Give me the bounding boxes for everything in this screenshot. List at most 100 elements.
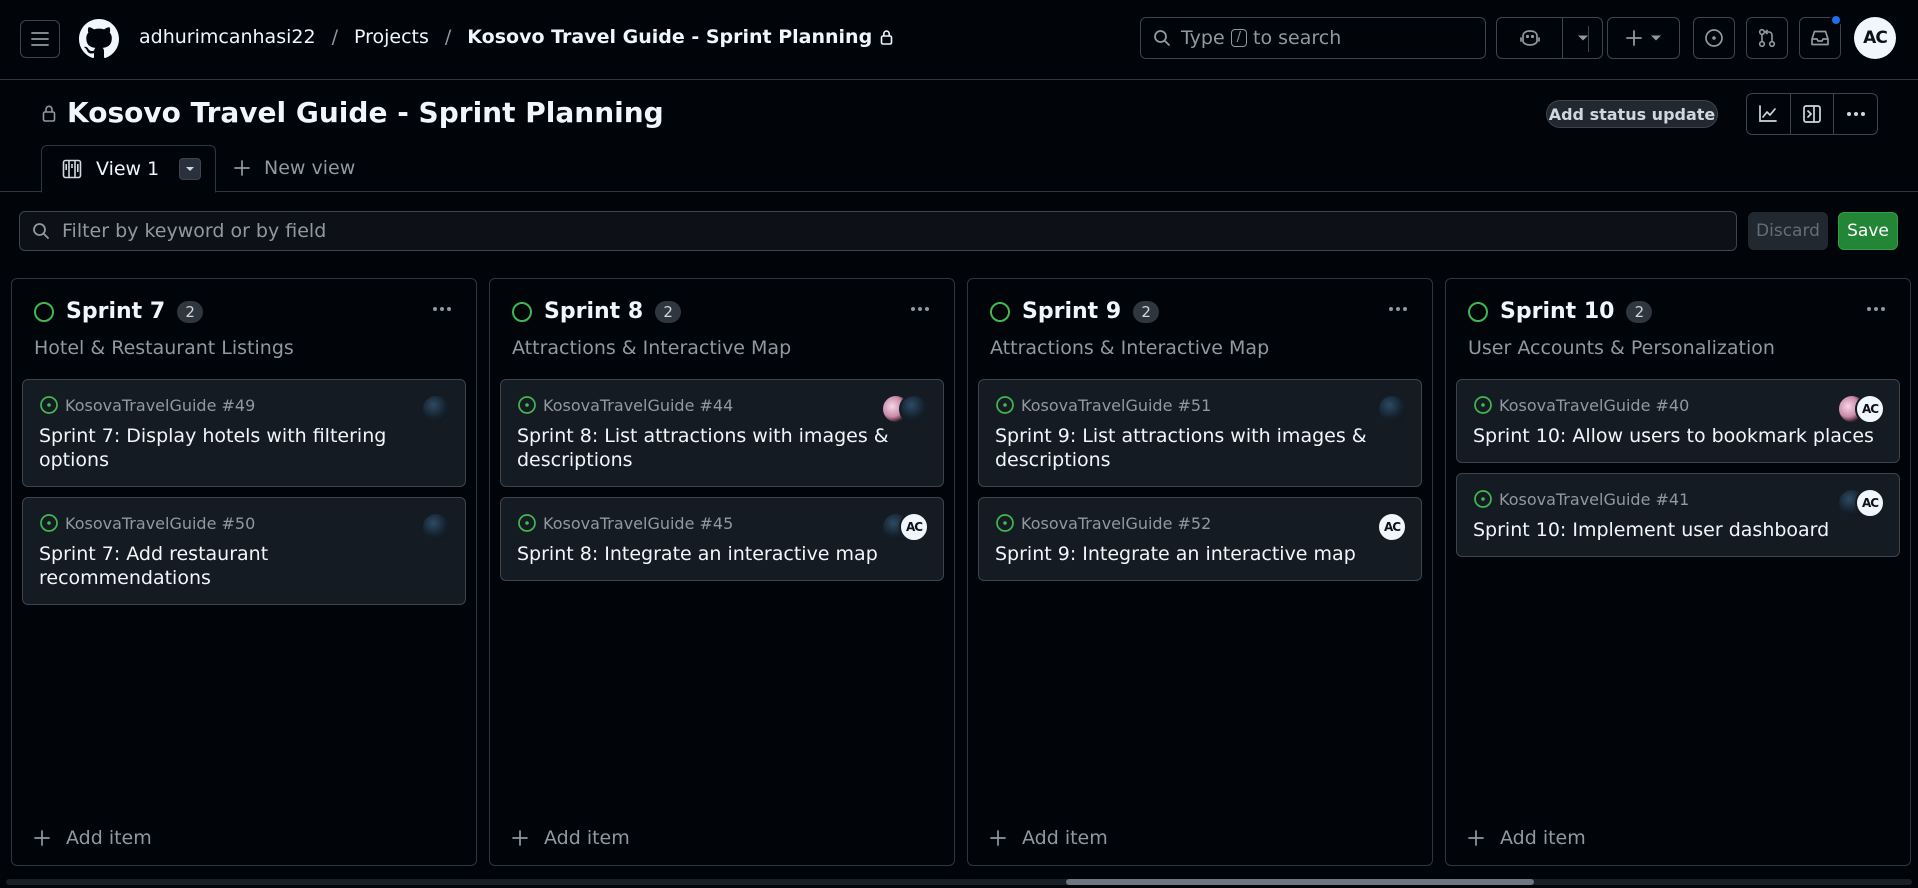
issue-title[interactable]: Sprint 9: Integrate an interactive map xyxy=(995,542,1407,566)
save-button[interactable]: Save xyxy=(1838,212,1898,250)
issue-title[interactable]: Sprint 8: Integrate an interactive map xyxy=(517,542,929,566)
add-item-button[interactable]: Add item xyxy=(990,827,1108,849)
assignee-avatar[interactable]: AC xyxy=(1377,512,1407,542)
column-more-options-button[interactable] xyxy=(1382,297,1414,321)
global-header: adhurimcanhasi22 / Projects / Kosovo Tra… xyxy=(0,0,1918,80)
issue-card[interactable]: KosovaTravelGuide #41 Sprint 10: Impleme… xyxy=(1456,473,1900,557)
issue-card[interactable]: KosovaTravelGuide #50 Sprint 7: Add rest… xyxy=(22,497,466,605)
breadcrumb-separator: / xyxy=(331,26,338,48)
github-logo-icon[interactable] xyxy=(79,19,119,59)
issue-reference: KosovaTravelGuide #41 xyxy=(1499,489,1690,509)
assignees: AC xyxy=(881,512,929,542)
assignee-avatar[interactable] xyxy=(421,512,451,542)
scrollbar-thumb[interactable] xyxy=(1066,879,1534,885)
breadcrumb-project-link[interactable]: Kosovo Travel Guide - Sprint Planning xyxy=(467,26,872,48)
card-list: KosovaTravelGuide #40 Sprint 10: Allow u… xyxy=(1456,379,1900,557)
filter-input[interactable]: Filter by keyword or by field xyxy=(19,211,1737,251)
issue-title[interactable]: Sprint 7: Display hotels with filtering … xyxy=(39,424,451,472)
user-avatar[interactable]: AC xyxy=(1854,17,1896,59)
global-search-input[interactable]: Type / to search xyxy=(1140,17,1486,59)
column-more-options-button[interactable] xyxy=(1860,297,1892,321)
add-item-label: Add item xyxy=(1022,827,1108,849)
triangle-down-icon xyxy=(186,167,195,171)
search-placeholder-suffix: to search xyxy=(1253,27,1342,49)
assignee-avatar[interactable] xyxy=(899,394,929,424)
status-circle-icon xyxy=(512,301,532,322)
column-more-options-button[interactable] xyxy=(426,297,458,321)
issue-card[interactable]: KosovaTravelGuide #51 Sprint 9: List att… xyxy=(978,379,1422,487)
view-options-button[interactable] xyxy=(179,158,202,180)
issue-opened-icon xyxy=(40,514,58,532)
column-header: Sprint 7 2 xyxy=(34,299,204,324)
private-lock-icon xyxy=(42,104,56,122)
open-global-navigation-button[interactable] xyxy=(20,20,60,58)
board-column: Sprint 10 2 User Accounts & Personalizat… xyxy=(1445,278,1911,866)
card-list: KosovaTravelGuide #51 Sprint 9: List att… xyxy=(978,379,1422,581)
new-view-button[interactable]: New view xyxy=(234,157,355,179)
assignee-avatar[interactable]: AC xyxy=(1855,488,1885,518)
issue-opened-icon xyxy=(996,396,1014,414)
plus-icon xyxy=(990,830,1006,846)
status-circle-icon xyxy=(34,301,54,322)
issue-title[interactable]: Sprint 10: Allow users to bookmark place… xyxy=(1473,424,1885,448)
create-new-button[interactable] xyxy=(1607,17,1680,59)
search-icon xyxy=(1154,30,1170,46)
issue-card[interactable]: KosovaTravelGuide #52 Sprint 9: Integrat… xyxy=(978,497,1422,581)
assignee-avatar[interactable] xyxy=(421,394,451,424)
search-placeholder-prefix: Type xyxy=(1181,27,1225,49)
breadcrumb-projects-link[interactable]: Projects xyxy=(354,26,429,48)
column-header: Sprint 9 2 xyxy=(990,299,1160,324)
issue-opened-icon xyxy=(996,514,1014,532)
lock-icon xyxy=(880,29,893,45)
copilot-menu-button[interactable] xyxy=(1563,18,1602,58)
new-view-label: New view xyxy=(264,157,356,179)
triangle-down-icon xyxy=(1577,35,1588,41)
issue-card[interactable]: KosovaTravelGuide #49 Sprint 7: Display … xyxy=(22,379,466,487)
kebab-horizontal-icon xyxy=(1389,307,1407,311)
assignee-avatar[interactable]: AC xyxy=(899,512,929,542)
column-count-badge: 2 xyxy=(1133,300,1160,323)
discard-button[interactable]: Discard xyxy=(1748,212,1828,250)
your-pull-requests-button[interactable] xyxy=(1746,17,1788,59)
breadcrumb-separator: / xyxy=(444,26,452,48)
issue-title[interactable]: Sprint 9: List attractions with images &… xyxy=(995,424,1407,472)
issue-card[interactable]: KosovaTravelGuide #40 Sprint 10: Allow u… xyxy=(1456,379,1900,463)
plus-icon xyxy=(1468,830,1484,846)
tab-view-1[interactable]: View 1 xyxy=(41,145,216,193)
breadcrumb-owner-link[interactable]: adhurimcanhasi22 xyxy=(139,26,316,48)
issue-reference: KosovaTravelGuide #45 xyxy=(543,513,734,533)
issue-reference: KosovaTravelGuide #40 xyxy=(1499,395,1690,415)
add-item-button[interactable]: Add item xyxy=(34,827,152,849)
search-icon xyxy=(33,223,49,239)
issue-card[interactable]: KosovaTravelGuide #45 Sprint 8: Integrat… xyxy=(500,497,944,581)
project-more-options-button[interactable] xyxy=(1834,94,1877,134)
kebab-horizontal-icon xyxy=(1846,112,1865,116)
issue-card[interactable]: KosovaTravelGuide #44 Sprint 8: List att… xyxy=(500,379,944,487)
card-list: KosovaTravelGuide #44 Sprint 8: List att… xyxy=(500,379,944,581)
horizontal-scrollbar[interactable] xyxy=(0,876,1918,888)
add-item-button[interactable]: Add item xyxy=(1468,827,1586,849)
kebab-horizontal-icon xyxy=(1867,307,1885,311)
add-item-label: Add item xyxy=(1500,827,1586,849)
column-more-options-button[interactable] xyxy=(904,297,936,321)
issue-title[interactable]: Sprint 7: Add restaurant recommendations xyxy=(39,542,451,590)
git-pull-request-icon xyxy=(1758,28,1776,48)
issue-title[interactable]: Sprint 8: List attractions with images &… xyxy=(517,424,929,472)
tabs-divider xyxy=(0,191,1918,192)
column-header: Sprint 8 2 xyxy=(512,299,682,324)
copilot-button[interactable] xyxy=(1497,18,1563,58)
add-item-button[interactable]: Add item xyxy=(512,827,630,849)
assignees: AC xyxy=(1837,488,1885,518)
issue-title[interactable]: Sprint 10: Implement user dashboard xyxy=(1473,518,1885,542)
hamburger-icon xyxy=(31,32,49,46)
tab-label: View 1 xyxy=(96,158,160,180)
issue-opened-icon xyxy=(1474,396,1492,414)
your-issues-button[interactable] xyxy=(1693,17,1735,59)
add-status-update-button[interactable]: Add status update xyxy=(1546,100,1718,128)
insights-button[interactable] xyxy=(1747,94,1791,134)
assignee-avatar[interactable]: AC xyxy=(1855,394,1885,424)
column-description: User Accounts & Personalization xyxy=(1468,337,1775,359)
assignee-avatar[interactable] xyxy=(1377,394,1407,424)
toggle-side-panel-button[interactable] xyxy=(1791,94,1835,134)
project-title[interactable]: Kosovo Travel Guide - Sprint Planning xyxy=(67,96,664,129)
